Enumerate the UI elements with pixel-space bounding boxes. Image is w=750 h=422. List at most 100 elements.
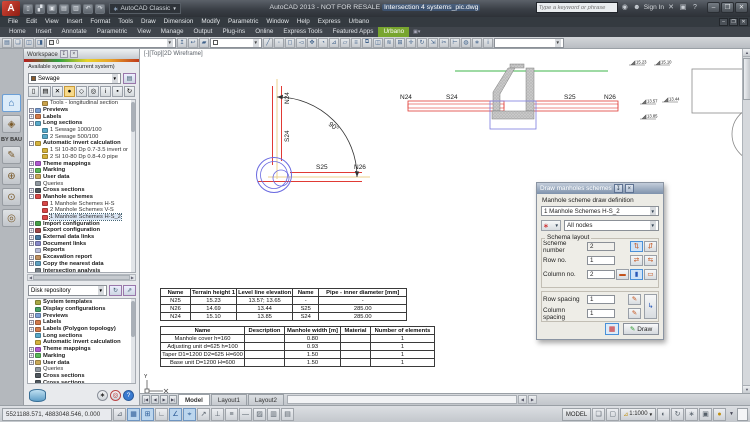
- menu-tools[interactable]: Tools: [114, 17, 137, 27]
- tree-horizontal-scrollbar[interactable]: ◀ ▶: [27, 274, 136, 281]
- minimize-button[interactable]: –: [707, 2, 720, 13]
- zoom-to-icon[interactable]: ◎: [88, 86, 99, 97]
- tree-item[interactable]: +Import configuration: [28, 220, 135, 227]
- panel-pin-icon[interactable]: ↧: [60, 50, 68, 58]
- quick-view-drawings-icon[interactable]: ▢: [606, 408, 619, 421]
- ribbon-tab-manage[interactable]: Manage: [156, 27, 189, 37]
- layer-combo[interactable]: 0 ▼: [46, 38, 176, 48]
- ribbon-tab-annotate[interactable]: Annotate: [57, 27, 92, 37]
- scroll-up-icon[interactable]: ▲: [743, 49, 750, 57]
- ribbon-tab-online[interactable]: Online: [250, 27, 278, 37]
- quick-view-layouts-icon[interactable]: ❏: [592, 408, 605, 421]
- pan-icon[interactable]: ✥: [307, 38, 317, 48]
- save-icon[interactable]: ▣: [47, 4, 57, 14]
- qnew-icon[interactable]: ▯: [23, 4, 33, 14]
- dynamic-ucs-toggle[interactable]: ⊥: [211, 408, 224, 421]
- polar-tracking-toggle[interactable]: ∠: [169, 408, 182, 421]
- scroll-right-icon[interactable]: ▶: [131, 275, 134, 280]
- repository-settings-icon[interactable]: ⇗: [123, 285, 136, 296]
- list-icon[interactable]: ≡: [351, 38, 361, 48]
- order-left-right-icon[interactable]: ⇄: [630, 255, 643, 266]
- tree-item[interactable]: System templates: [28, 299, 135, 306]
- layout-single-icon[interactable]: ▭: [644, 269, 657, 280]
- delete-item-icon[interactable]: ✕: [52, 86, 63, 97]
- area-icon[interactable]: ▱: [340, 38, 350, 48]
- menu-help[interactable]: Help: [293, 17, 314, 27]
- expander-icon[interactable]: +: [29, 313, 34, 318]
- select-nodes-button[interactable]: ∗ ▼: [541, 220, 561, 231]
- expander-icon[interactable]: +: [29, 261, 34, 266]
- menu-insert[interactable]: Insert: [63, 17, 87, 27]
- expander-icon[interactable]: +: [29, 347, 34, 352]
- nodes-filter-combo[interactable]: All nodes ▼: [564, 220, 659, 231]
- expander-icon[interactable]: -: [29, 141, 34, 146]
- expander-icon[interactable]: +: [29, 114, 34, 119]
- numbering-direction-up-icon[interactable]: ⇵: [644, 241, 657, 252]
- tree-item[interactable]: +Labels: [28, 113, 135, 120]
- layer-properties-icon[interactable]: ▤: [2, 38, 12, 48]
- tree-item[interactable]: +Document links: [28, 240, 135, 247]
- mdi-minimize-button[interactable]: –: [719, 18, 728, 26]
- coordinates-readout[interactable]: 5521188.571, 4883048.546, 0.000: [2, 408, 112, 421]
- refresh-repository-icon[interactable]: ↻: [109, 285, 122, 296]
- search-input[interactable]: [536, 2, 618, 13]
- menu-express[interactable]: Express: [314, 17, 345, 27]
- expander-icon[interactable]: +: [29, 327, 34, 332]
- layer-isolate-icon[interactable]: ◫: [24, 38, 34, 48]
- sign-in-person-icon[interactable]: ☻: [632, 3, 642, 13]
- row-no-input[interactable]: [587, 256, 615, 265]
- tree-item[interactable]: +Theme mappings: [28, 346, 135, 353]
- repository-combo[interactable]: Disk repository ▼: [28, 285, 107, 296]
- layer-previous-icon[interactable]: ↩: [188, 38, 198, 48]
- status-menu-icon[interactable]: ▼: [727, 411, 736, 417]
- tree-item[interactable]: +Marking: [28, 167, 135, 174]
- menu-dimension[interactable]: Dimension: [160, 17, 198, 27]
- tree-item[interactable]: Queries: [28, 366, 135, 373]
- urbano-modules-icon[interactable]: ◈: [2, 115, 21, 133]
- tree-item[interactable]: +Theme mappings: [28, 160, 135, 167]
- scheme-definition-combo[interactable]: 1 Manhole Schemes H-S_2 ▼: [541, 206, 659, 216]
- dialog-titlebar[interactable]: Draw manholes schemes ↧ ×: [537, 183, 663, 194]
- object-snap-tracking-toggle[interactable]: ↗: [197, 408, 210, 421]
- close-button[interactable]: ✕: [735, 2, 748, 13]
- prev-tab-icon[interactable]: ◀: [151, 395, 159, 404]
- urbano-home-icon[interactable]: ⌂: [2, 94, 21, 112]
- expander-icon[interactable]: +: [29, 221, 34, 226]
- tree-scrollbar[interactable]: [131, 299, 135, 383]
- clean-screen-button[interactable]: [737, 408, 748, 421]
- expander-icon[interactable]: +: [29, 228, 34, 233]
- selection-cycling-toggle[interactable]: ▤: [281, 408, 294, 421]
- pick-column-spacing-icon[interactable]: ✎: [628, 308, 641, 319]
- tree-item[interactable]: +Labels: [28, 319, 135, 326]
- expander-icon[interactable]: +: [29, 235, 34, 240]
- tree-item[interactable]: +Previews: [28, 107, 135, 114]
- trim-icon[interactable]: ✂: [439, 38, 449, 48]
- scrollbar-thumb[interactable]: [743, 58, 750, 100]
- pick-row-spacing-icon[interactable]: ✎: [628, 294, 641, 305]
- layout-horizontal-icon[interactable]: ▬: [616, 269, 629, 280]
- zoom-window-icon[interactable]: ◻: [285, 38, 295, 48]
- mirror-icon[interactable]: ◫: [373, 38, 383, 48]
- expander-icon[interactable]: -: [29, 121, 34, 126]
- mdi-close-button[interactable]: ✕: [739, 18, 748, 26]
- urbano-repository-icon[interactable]: ◎: [2, 209, 21, 227]
- urbano-config-icon[interactable]: ∗: [472, 38, 482, 48]
- record-info-icon[interactable]: ◎: [110, 390, 121, 401]
- layer-states-icon[interactable]: ❏: [13, 38, 23, 48]
- scheme-number-input[interactable]: [587, 242, 615, 251]
- item-info-icon[interactable]: i: [100, 86, 111, 97]
- edit-item-icon[interactable]: ▤: [40, 86, 51, 97]
- ribbon-tab-parametric[interactable]: Parametric: [92, 27, 132, 37]
- tree-item[interactable]: +External data links: [28, 234, 135, 241]
- match-properties-icon[interactable]: ▰: [199, 38, 209, 48]
- first-tab-icon[interactable]: |◀: [142, 395, 150, 404]
- isolate-objects-icon[interactable]: ●: [713, 408, 726, 421]
- redo-icon[interactable]: ↷: [95, 4, 105, 14]
- column-spacing-input[interactable]: [587, 309, 615, 318]
- color-combo[interactable]: ▼: [210, 38, 262, 48]
- next-tab-icon[interactable]: ▶: [160, 395, 168, 404]
- tree-item[interactable]: +Labels (Polygon topology): [28, 326, 135, 333]
- save-as-icon[interactable]: ▤: [59, 4, 69, 14]
- tree-item[interactable]: -Manhole schemes: [28, 194, 135, 201]
- infer-constraints-toggle[interactable]: ⊿: [113, 408, 126, 421]
